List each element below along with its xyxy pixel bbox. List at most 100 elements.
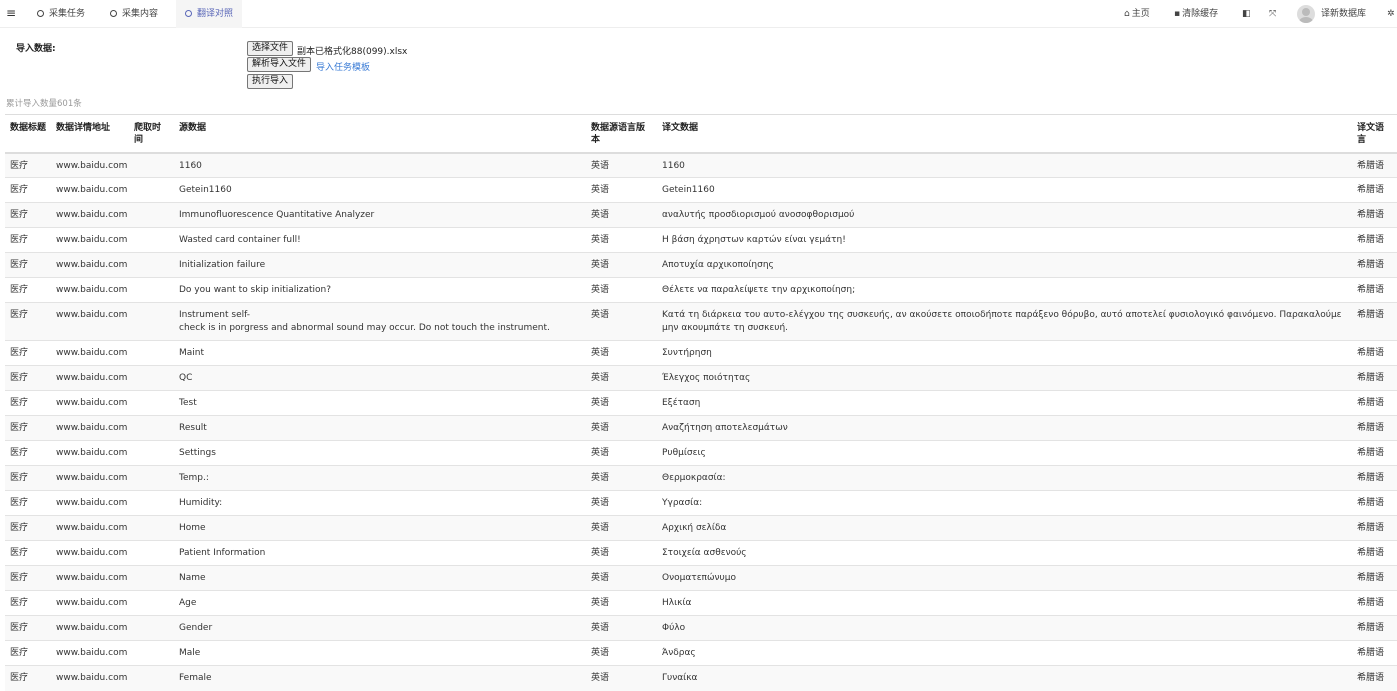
theme-toggle-button[interactable]: ◧ xyxy=(1242,0,1251,28)
cell-time xyxy=(129,490,174,516)
cell-title: 医疗 xyxy=(5,490,51,516)
cell-source-language: 英语 xyxy=(586,227,657,253)
cell-source-language: 英语 xyxy=(586,565,657,591)
settings-button[interactable]: ✲ xyxy=(1387,0,1395,28)
gears-icon: ✲ xyxy=(1387,9,1395,19)
cell-target-language: 希腊语 xyxy=(1352,390,1397,416)
cell-source-language: 英语 xyxy=(586,365,657,391)
tab-collect-content[interactable]: 采集内容 xyxy=(103,0,165,28)
cell-target-language: 希腊语 xyxy=(1352,340,1397,366)
cell-translation: Η βάση άχρηστων καρτών είναι γεμάτη! xyxy=(657,227,1352,253)
cell-title: 医疗 xyxy=(5,440,51,466)
table-row: 医疗 www.baidu.com Test 英语 Εξέταση 希腊语 xyxy=(5,390,1397,416)
table-row: 医疗 www.baidu.com Gender 英语 Φύλο 希腊语 xyxy=(5,615,1397,641)
table-row: 医疗 www.baidu.com Age 英语 Ηλικία 希腊语 xyxy=(5,590,1397,616)
cell-time xyxy=(129,252,174,278)
cell-url: www.baidu.com xyxy=(51,640,129,666)
hamburger-icon[interactable]: ≡ xyxy=(6,7,16,19)
execute-import-button[interactable]: 执行导入 xyxy=(247,74,294,89)
cell-source: Settings xyxy=(174,440,586,466)
cell-source: Result xyxy=(174,415,586,441)
cell-target-language: 希腊语 xyxy=(1352,227,1397,253)
col-header-title: 数据标题 xyxy=(5,114,51,154)
choose-file-button[interactable]: 选择文件 xyxy=(247,41,294,56)
cell-time xyxy=(129,515,174,541)
cell-time xyxy=(129,640,174,666)
cell-source-language: 英语 xyxy=(586,390,657,416)
cell-source: Female xyxy=(174,665,586,691)
cell-source: 1160 xyxy=(174,152,586,178)
cell-url: www.baidu.com xyxy=(51,202,129,228)
cell-source-language: 英语 xyxy=(586,177,657,203)
cell-time xyxy=(129,302,174,341)
cell-translation: αναλυτής προσδιορισμού ανοσοφθορισμού xyxy=(657,202,1352,228)
cell-source-language: 英语 xyxy=(586,340,657,366)
table-row: 医疗 www.baidu.com 1160 英语 1160 希腊语 xyxy=(5,152,1397,178)
avatar[interactable] xyxy=(1297,5,1315,23)
cell-source-language: 英语 xyxy=(586,277,657,303)
table-row: 医疗 www.baidu.com Patient Information 英语 Στοι… xyxy=(5,540,1397,566)
cell-translation: Υγρασία: xyxy=(657,490,1352,516)
cell-source-language: 英语 xyxy=(586,590,657,616)
cell-translation: Αρχική σελίδα xyxy=(657,515,1352,541)
cell-time xyxy=(129,615,174,641)
cell-time xyxy=(129,540,174,566)
cell-source-language: 英语 xyxy=(586,490,657,516)
cell-time xyxy=(129,365,174,391)
cell-target-language: 希腊语 xyxy=(1352,177,1397,203)
col-header-time: 爬取时间 xyxy=(129,114,174,154)
table-row: 医疗 www.baidu.com Male 英语 Άνδρας 希腊语 xyxy=(5,640,1397,666)
cell-translation: Ηλικία xyxy=(657,590,1352,616)
home-icon: ⌂ xyxy=(1124,9,1130,19)
cell-source-language: 英语 xyxy=(586,415,657,441)
cell-title: 医疗 xyxy=(5,515,51,541)
cell-translation: Getein1160 xyxy=(657,177,1352,203)
tab-collect-tasks[interactable]: 采集任务 xyxy=(30,0,92,28)
home-label: 主页 xyxy=(1131,9,1150,19)
cell-translation: Συντήρηση xyxy=(657,340,1352,366)
fullscreen-button[interactable]: ⤧ xyxy=(1269,0,1276,28)
table-row: 医疗 www.baidu.com Temp.: 英语 Θερμοκρασία: 希腊语 xyxy=(5,465,1397,491)
cell-target-language: 希腊语 xyxy=(1352,202,1397,228)
col-header-translation: 译文数据 xyxy=(657,114,1352,154)
cell-time xyxy=(129,390,174,416)
tab-label: 采集内容 xyxy=(122,9,159,19)
cell-source: QC xyxy=(174,365,586,391)
cell-time xyxy=(129,277,174,303)
tab-translation-compare[interactable]: 翻译对照 xyxy=(176,0,242,28)
cell-target-language: 希腊语 xyxy=(1352,640,1397,666)
cell-title: 医疗 xyxy=(5,277,51,303)
cell-source: Name xyxy=(174,565,586,591)
cell-source-language: 英语 xyxy=(586,302,657,341)
cell-source: Getein1160 xyxy=(174,177,586,203)
import-template-link[interactable]: 导入任务模板 xyxy=(316,60,370,73)
table-row: 医疗 www.baidu.com Getein1160 英语 Getein1160 希腊语 xyxy=(5,177,1397,203)
cell-target-language: 希腊语 xyxy=(1352,515,1397,541)
cell-title: 医疗 xyxy=(5,252,51,278)
home-link[interactable]: ⌂ 主页 xyxy=(1124,0,1150,28)
cell-url: www.baidu.com xyxy=(51,177,129,203)
cell-source: Instrument self- check is in porgress an… xyxy=(174,302,586,341)
cell-url: www.baidu.com xyxy=(51,590,129,616)
cell-title: 医疗 xyxy=(5,665,51,691)
clear-cache-link[interactable]: ▪ 清除缓存 xyxy=(1174,0,1218,28)
cell-source: Immunofluorescence Quantitative Analyzer xyxy=(174,202,586,228)
cell-time xyxy=(129,665,174,691)
user-menu[interactable]: 译新数据库 xyxy=(1321,0,1366,28)
cell-source: Patient Information xyxy=(174,540,586,566)
parse-import-button[interactable]: 解析导入文件 xyxy=(247,57,312,72)
table-row: 医疗 www.baidu.com Maint 英语 Συντήρηση 希腊语 xyxy=(5,340,1397,366)
cell-translation: Αναζήτηση αποτελεσμάτων xyxy=(657,415,1352,441)
table-row: 医疗 www.baidu.com Name 英语 Ονοματεπώνυμο 希腊语 xyxy=(5,565,1397,591)
cell-target-language: 希腊语 xyxy=(1352,540,1397,566)
cell-translation: Άνδρας xyxy=(657,640,1352,666)
cell-source-language: 英语 xyxy=(586,515,657,541)
cell-source-language: 英语 xyxy=(586,465,657,491)
col-header-source: 源数据 xyxy=(174,114,586,154)
cell-url: www.baidu.com xyxy=(51,440,129,466)
cell-target-language: 希腊语 xyxy=(1352,565,1397,591)
cell-target-language: 希腊语 xyxy=(1352,465,1397,491)
cell-url: www.baidu.com xyxy=(51,415,129,441)
table-row: 医疗 www.baidu.com Initialization failure 英语 Α… xyxy=(5,252,1397,278)
theme-toggle-icon: ◧ xyxy=(1242,9,1251,19)
